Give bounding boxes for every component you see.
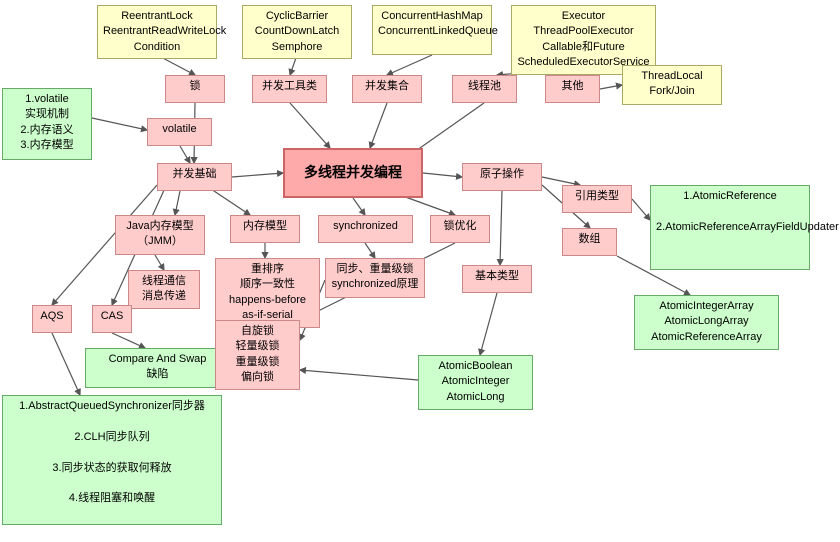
- node-cyclic: CyclicBarrierCountDownLatchSemphore: [242, 5, 352, 59]
- node-main: 多线程并发编程: [283, 148, 423, 198]
- node-atomicboolgroup: AtomicBooleanAtomicIntegerAtomicLong: [418, 355, 533, 410]
- node-aqs_detail: 1.AbstractQueuedSynchronizer同步器2.CLH同步队列…: [2, 395, 222, 525]
- node-compareandswap: Compare And Swap缺陷: [85, 348, 230, 388]
- node-neicunmoxing: 内存模型: [230, 215, 300, 243]
- node-synchronized: synchronized: [318, 215, 413, 243]
- node-xianchengnotify: 线程通信消息传递: [128, 270, 200, 309]
- node-threadlocal: ThreadLocalFork/Join: [622, 65, 722, 105]
- node-cas: CAS: [92, 305, 132, 333]
- node-bingfajihetype: 并发集合: [352, 75, 422, 103]
- node-suoyouhua: 锁优化: [430, 215, 490, 243]
- node-volatile_items: 1.volatile实现机制2.内存语义3.内存模型: [2, 88, 92, 160]
- diagram: ReentrantLockReentrantReadWriteLockCondi…: [0, 0, 840, 542]
- node-concurrenthashmap: ConcurrentHashMapConcurrentLinkedQueue: [372, 5, 492, 55]
- node-chongpaichi: 重排序顺序一致性happens-beforeas-if-serial: [215, 258, 320, 328]
- node-aqs: AQS: [32, 305, 72, 333]
- node-reentrantlock: ReentrantLockReentrantReadWriteLockCondi…: [97, 5, 217, 59]
- node-yinyongleixing: 引用类型: [562, 185, 632, 213]
- node-suo: 锁: [165, 75, 225, 103]
- node-volatile: volatile: [147, 118, 212, 146]
- node-bingfagongjulei: 并发工具类: [252, 75, 327, 103]
- node-yuanzicaozuo: 原子操作: [462, 163, 542, 191]
- node-atomicintarray: AtomicIntegerArrayAtomicLongArrayAtomicR…: [634, 295, 779, 350]
- node-jibentype: 基本类型: [462, 265, 532, 293]
- node-bingfajichu: 并发基础: [157, 163, 232, 191]
- node-qita: 其他: [545, 75, 600, 103]
- node-shuzhu: 数组: [562, 228, 617, 256]
- node-zixuansuogroup: 自旋锁轻量级锁重量级锁偏向锁: [215, 320, 300, 390]
- node-tongbu: 同步、重量级锁synchronized原理: [325, 258, 425, 298]
- node-atomicreferencegroup: 1.AtomicReference2.AtomicReferenceArrayF…: [650, 185, 810, 270]
- node-xianchengchi: 线程池: [452, 75, 517, 103]
- node-jmm: Java内存模型（JMM）: [115, 215, 205, 255]
